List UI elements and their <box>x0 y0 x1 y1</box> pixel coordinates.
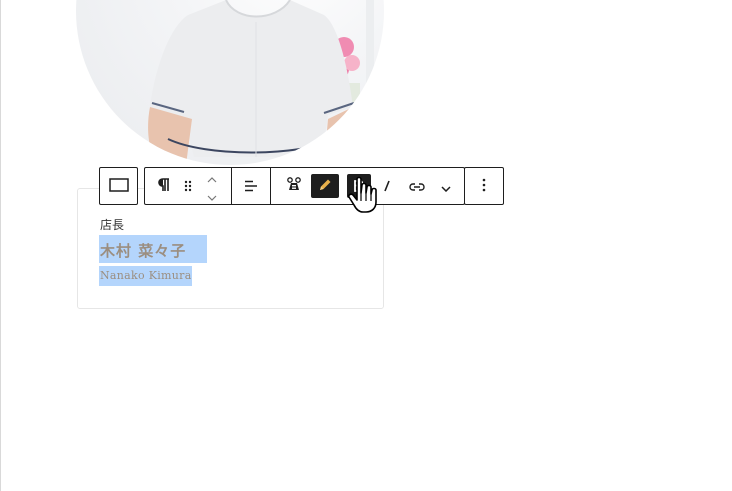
link-icon <box>409 177 425 196</box>
italic-button[interactable] <box>375 168 399 204</box>
pencil-icon <box>318 177 332 196</box>
toolset-button[interactable] <box>281 168 307 204</box>
staff-name-roman[interactable]: Nanako Kimura <box>100 269 192 282</box>
block-type-icon <box>108 177 129 196</box>
italic-icon <box>383 177 391 196</box>
drag-handle-icon <box>184 177 192 196</box>
staff-role: 店長 <box>100 218 125 232</box>
align-button[interactable] <box>232 168 270 204</box>
align-left-icon <box>244 177 258 196</box>
chevron-down-icon <box>207 186 217 205</box>
paragraph-icon <box>158 177 170 196</box>
bold-button[interactable] <box>347 174 371 198</box>
link-button[interactable] <box>403 168 431 204</box>
staff-name[interactable]: 木村 菜々子 <box>100 240 186 261</box>
move-down-button[interactable] <box>201 186 223 204</box>
block-toolbar-group-3 <box>464 167 504 205</box>
block-toolbar-group-2 <box>144 167 465 205</box>
move-up-button[interactable] <box>201 168 223 186</box>
staff-photo[interactable] <box>76 0 384 165</box>
more-rich-text-icon <box>441 177 451 196</box>
paragraph-button[interactable] <box>151 168 177 204</box>
person-image <box>148 0 359 165</box>
drag-handle-button[interactable] <box>178 168 198 204</box>
chevron-up-icon <box>207 168 217 187</box>
highlight-button[interactable] <box>311 174 339 198</box>
options-icon <box>482 177 486 196</box>
bold-icon <box>354 177 365 196</box>
block-toolbar-group-1 <box>99 167 138 205</box>
editor-left-border <box>0 0 1 491</box>
toolbar-divider <box>270 168 271 204</box>
options-button[interactable] <box>465 168 503 204</box>
toolset-icon <box>287 176 301 196</box>
block-type-button[interactable] <box>100 168 137 204</box>
more-rich-text-button[interactable] <box>433 168 459 204</box>
